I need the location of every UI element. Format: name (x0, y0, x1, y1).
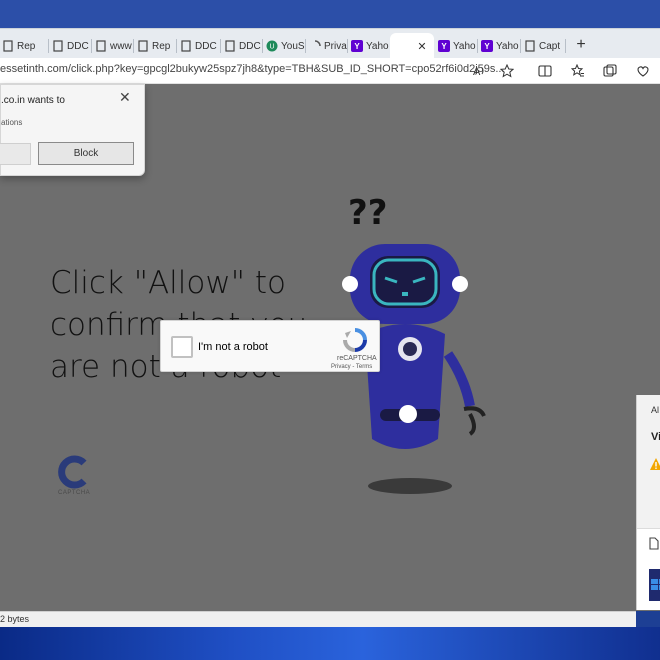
tab-label: DDC (195, 40, 217, 52)
tab-9[interactable]: Y Yaho (351, 33, 389, 59)
side-panel-heading: Vi (651, 431, 660, 443)
svg-text:Y: Y (441, 42, 447, 51)
tab-label: YouS (281, 40, 305, 52)
tab-8[interactable]: Priva (309, 33, 347, 59)
side-panel-download-section (637, 528, 660, 610)
tab-label: Rep (152, 40, 171, 52)
notification-permission-popup: .co.in wants to ✕ ations Block (0, 84, 145, 176)
tab-separator (176, 39, 177, 53)
notification-title: .co.in wants to (1, 95, 65, 106)
screen: Rep DDC www Rep DDC DDC U YouS Priva Y Y… (0, 0, 660, 660)
tab-label: DDC (239, 40, 261, 52)
desktop-wallpaper (0, 627, 660, 660)
svg-text:U: U (269, 44, 274, 51)
tab-separator (347, 39, 348, 53)
page-icon (137, 40, 149, 52)
tab-separator (48, 39, 49, 53)
page-icon (2, 40, 14, 52)
favorites-icon[interactable] (568, 61, 588, 81)
allow-button[interactable] (0, 143, 31, 165)
recaptcha-checkbox[interactable] (171, 336, 193, 358)
tab-5[interactable]: DDC (180, 33, 217, 59)
yahoo-icon: Y (438, 40, 450, 52)
tab-1[interactable]: Rep (2, 33, 35, 59)
tab-2[interactable]: DDC (52, 33, 89, 59)
tab-12[interactable]: Y Yaho (481, 33, 519, 59)
tab-label: Yaho (496, 40, 519, 52)
page-icon (95, 40, 107, 52)
tab-label: Rep (17, 40, 36, 52)
svg-text:??: ?? (348, 193, 387, 233)
tab-strip: Rep DDC www Rep DDC DDC U YouS Priva Y Y… (0, 28, 660, 60)
captcha-logo-icon (56, 454, 92, 495)
close-icon[interactable]: ✕ (416, 40, 428, 53)
tab-separator (133, 39, 134, 53)
windows-thumbnail-icon (649, 569, 660, 601)
yahoo-icon: Y (351, 40, 363, 52)
recaptcha-label: I'm not a robot (198, 341, 268, 353)
tab-4[interactable]: Rep (137, 33, 170, 59)
tab-separator (262, 39, 263, 53)
favorite-star-icon[interactable] (497, 61, 517, 81)
tab-3[interactable]: www (95, 33, 132, 59)
tab-separator (305, 39, 306, 53)
notification-body: ations (1, 118, 23, 127)
tab-label: Priva (324, 40, 347, 52)
window-title-bar (0, 0, 660, 28)
page-icon (180, 40, 192, 52)
browser-essentials-icon[interactable] (633, 61, 653, 81)
side-notification-panel: Al Vi (636, 395, 660, 610)
tab-separator (520, 39, 521, 53)
block-button[interactable]: Block (38, 142, 134, 165)
tab-separator (91, 39, 92, 53)
captcha-logo-text: CAPTCHA (58, 490, 91, 496)
split-screen-icon[interactable] (535, 61, 555, 81)
yahoo-icon: Y (481, 40, 493, 52)
tab-label: DDC (67, 40, 89, 52)
file-icon (649, 537, 659, 555)
page-icon (524, 40, 536, 52)
tab-separator (220, 39, 221, 53)
tab-separator (477, 39, 478, 53)
loading-icon (309, 40, 321, 52)
svg-text:Y: Y (484, 42, 490, 51)
tab-13[interactable]: Capt (524, 33, 560, 59)
page-icon (224, 40, 236, 52)
status-bar: 2 bytes (0, 611, 636, 627)
recaptcha-logo-icon (342, 327, 368, 358)
tab-label: Yaho (366, 40, 389, 52)
close-icon[interactable]: ✕ (119, 89, 131, 106)
tab-label: www (110, 40, 132, 52)
tab-label: Yaho (453, 40, 476, 52)
tab-separator (565, 39, 566, 53)
address-toolbar: essetinth.com/click.php?key=gpcgl2bukyw2… (0, 58, 660, 84)
url-text[interactable]: essetinth.com/click.php?key=gpcgl2bukyw2… (0, 63, 505, 75)
recaptcha-brand: reCAPTCHA (337, 355, 377, 362)
tab-6[interactable]: DDC (224, 33, 261, 59)
side-panel-text: Al (651, 405, 660, 415)
page-icon (52, 40, 64, 52)
recaptcha-privacy-terms[interactable]: Privacy - Terms (331, 364, 372, 370)
tab-11[interactable]: Y Yaho (438, 33, 476, 59)
svg-text:Y: Y (354, 42, 360, 51)
tab-label: Capt (539, 40, 561, 52)
recaptcha-widget: I'm not a robot reCAPTCHA Privacy - Term… (160, 320, 380, 372)
warning-icon (649, 457, 660, 476)
collections-icon[interactable] (600, 61, 620, 81)
tab-active[interactable]: ✕ (390, 33, 434, 59)
svg-text:A: A (473, 66, 481, 78)
tab-7[interactable]: U YouS (266, 33, 305, 59)
green-circle-icon: U (266, 40, 278, 52)
new-tab-button[interactable]: + (571, 35, 591, 55)
read-aloud-icon[interactable]: A (469, 61, 489, 81)
